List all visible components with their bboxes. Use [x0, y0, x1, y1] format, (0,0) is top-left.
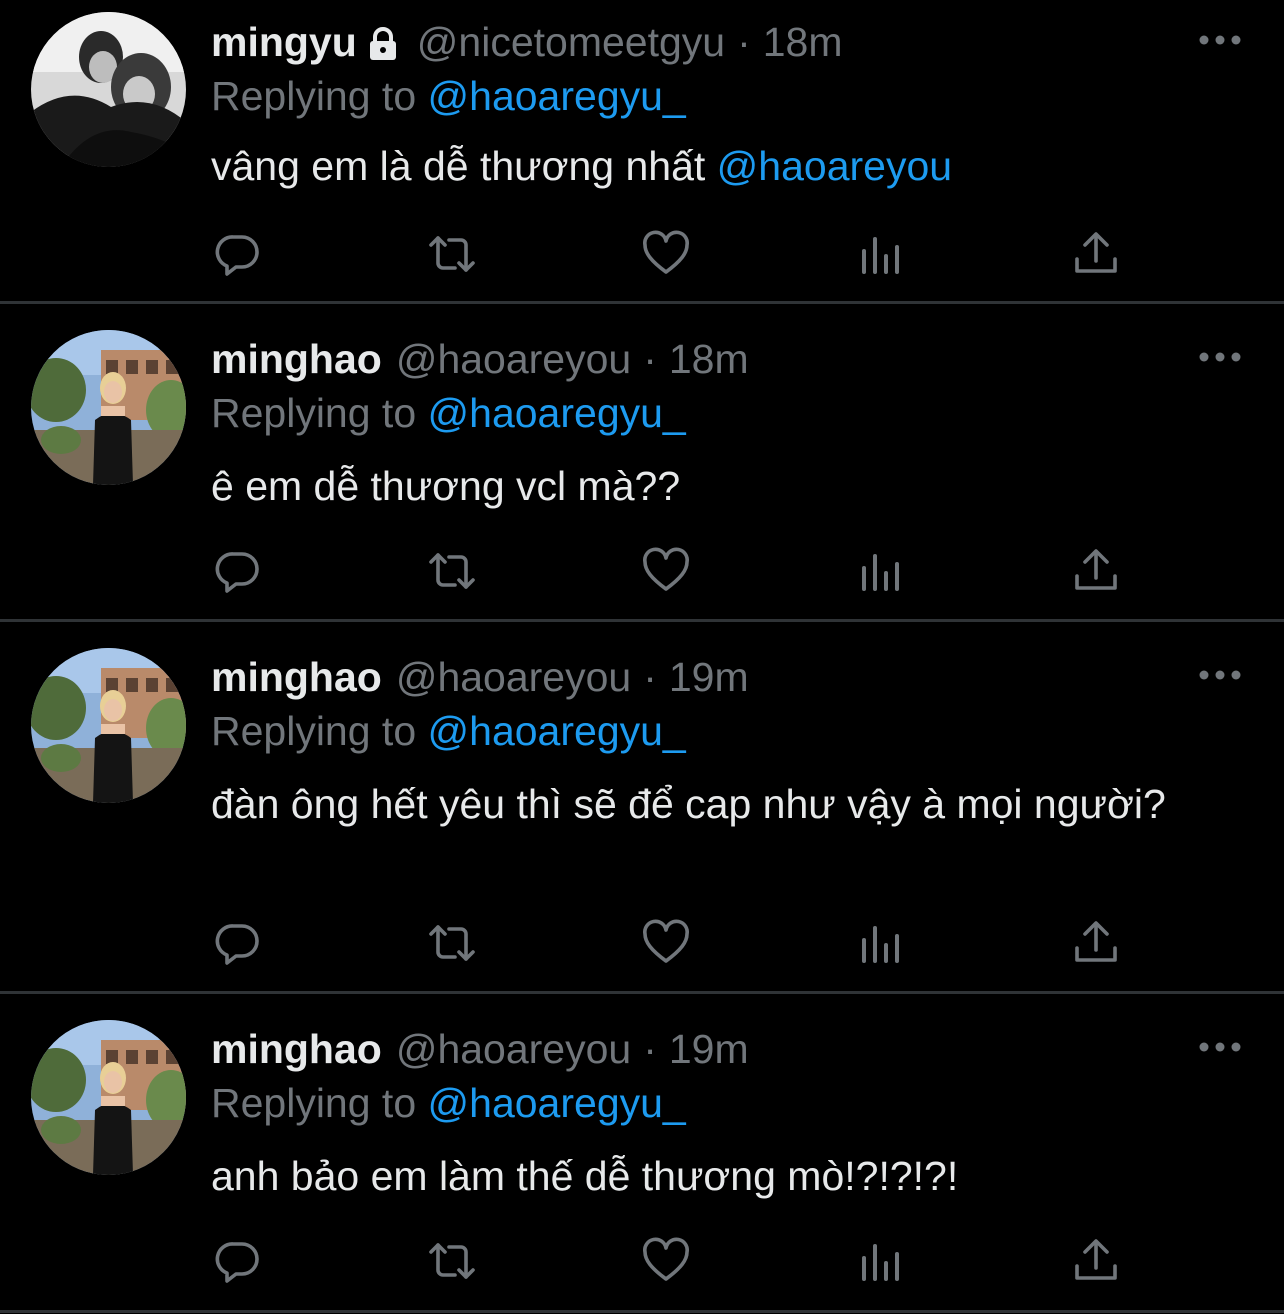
heart-icon[interactable]	[641, 918, 691, 968]
tweet[interactable]: minghao @haoareyou · 19m Replying to @ha…	[0, 622, 1284, 992]
replying-to-line: Replying to @haoaregyu_	[211, 68, 686, 124]
tweet-actions	[211, 918, 1131, 968]
heart-icon[interactable]	[641, 546, 691, 596]
tweet-header: minghao @haoareyou · 19m	[211, 1021, 749, 1077]
share-icon[interactable]	[1071, 1236, 1121, 1286]
analytics-icon[interactable]	[856, 546, 906, 596]
tweet-text: anh bảo em làm thế dễ thương mò!?!?!?!	[211, 1147, 1211, 1205]
tweet-text: vâng em là dễ thương nhất @haoareyou	[211, 137, 1211, 195]
separator-dot: ·	[643, 1026, 657, 1072]
reply-icon[interactable]	[213, 1236, 263, 1286]
replying-to-mention[interactable]: @haoaregyu_	[428, 708, 686, 754]
timestamp[interactable]: 18m	[763, 14, 843, 70]
separator-dot: ·	[643, 336, 657, 382]
tweet-text: đàn ông hết yêu thì sẽ để cap như vậy à …	[211, 775, 1186, 833]
tweet-text-content: anh bảo em làm thế dễ thương mò!?!?!?!	[211, 1153, 959, 1199]
tweet-actions	[211, 229, 1131, 279]
avatar[interactable]	[31, 1020, 186, 1175]
tweet-actions	[211, 546, 1131, 596]
share-icon[interactable]	[1071, 546, 1121, 596]
replying-to-label: Replying to	[211, 390, 417, 436]
tweet-header: minghao @haoareyou · 18m	[211, 331, 749, 387]
replying-to-line: Replying to @haoaregyu_	[211, 703, 686, 759]
user-handle[interactable]: @haoareyou	[396, 649, 631, 705]
tweet-text-content: ê em dễ thương vcl mà??	[211, 463, 681, 509]
timestamp[interactable]: 19m	[669, 1021, 749, 1077]
avatar-photo	[31, 1020, 186, 1175]
tweet-divider	[0, 1310, 1284, 1313]
replying-to-line: Replying to @haoaregyu_	[211, 385, 686, 441]
display-name[interactable]: minghao	[211, 649, 382, 705]
analytics-icon[interactable]	[856, 918, 906, 968]
retweet-icon[interactable]	[427, 546, 477, 596]
reply-icon[interactable]	[213, 918, 263, 968]
share-icon[interactable]	[1071, 229, 1121, 279]
more-icon[interactable]	[1196, 30, 1244, 50]
heart-icon[interactable]	[641, 229, 691, 279]
replying-to-line: Replying to @haoaregyu_	[211, 1075, 686, 1131]
display-name[interactable]: minghao	[211, 1021, 382, 1077]
retweet-icon[interactable]	[427, 1236, 477, 1286]
replying-to-mention[interactable]: @haoaregyu_	[428, 1080, 686, 1126]
reply-icon[interactable]	[213, 546, 263, 596]
replying-to-mention[interactable]: @haoaregyu_	[428, 390, 686, 436]
display-name[interactable]: minghao	[211, 331, 382, 387]
tweet[interactable]: mingyu @nicetomeetgyu · 18m Replying to …	[0, 0, 1284, 302]
retweet-icon[interactable]	[427, 229, 477, 279]
replying-to-label: Replying to	[211, 708, 417, 754]
analytics-icon[interactable]	[856, 229, 906, 279]
more-icon[interactable]	[1196, 347, 1244, 367]
tweet-text-mention[interactable]: @haoareyou	[717, 143, 952, 189]
user-handle[interactable]: @haoareyou	[396, 331, 631, 387]
separator-dot: ·	[643, 654, 657, 700]
replying-to-label: Replying to	[211, 1080, 417, 1126]
tweet-text-content: vâng em là dễ thương nhất	[211, 143, 706, 189]
separator-dot: ·	[737, 19, 751, 65]
avatar[interactable]	[31, 648, 186, 803]
analytics-icon[interactable]	[856, 1236, 906, 1286]
retweet-icon[interactable]	[427, 918, 477, 968]
tweet[interactable]: minghao @haoareyou · 18m Replying to @ha…	[0, 304, 1284, 620]
tweet-actions	[211, 1236, 1131, 1286]
tweet-text-content: đàn ông hết yêu thì sẽ để cap như vậy à …	[211, 781, 1166, 827]
avatar[interactable]	[31, 330, 186, 485]
more-icon[interactable]	[1196, 665, 1244, 685]
replying-to-label: Replying to	[211, 73, 417, 119]
reply-icon[interactable]	[213, 229, 263, 279]
tweet-text: ê em dễ thương vcl mà??	[211, 457, 1211, 515]
lock-icon	[363, 22, 403, 62]
user-handle[interactable]: @nicetomeetgyu	[417, 14, 725, 70]
tweet-header: mingyu @nicetomeetgyu · 18m	[211, 14, 843, 70]
avatar-photo	[31, 330, 186, 485]
tweet-header: minghao @haoareyou · 19m	[211, 649, 749, 705]
timestamp[interactable]: 19m	[669, 649, 749, 705]
avatar-photo	[31, 648, 186, 803]
avatar-photo-bw	[31, 12, 186, 167]
timestamp[interactable]: 18m	[669, 331, 749, 387]
display-name[interactable]: mingyu	[211, 14, 357, 70]
share-icon[interactable]	[1071, 918, 1121, 968]
replying-to-mention[interactable]: @haoaregyu_	[428, 73, 686, 119]
heart-icon[interactable]	[641, 1236, 691, 1286]
user-handle[interactable]: @haoareyou	[396, 1021, 631, 1077]
more-icon[interactable]	[1196, 1037, 1244, 1057]
avatar[interactable]	[31, 12, 186, 167]
tweet[interactable]: minghao @haoareyou · 19m Replying to @ha…	[0, 994, 1284, 1310]
